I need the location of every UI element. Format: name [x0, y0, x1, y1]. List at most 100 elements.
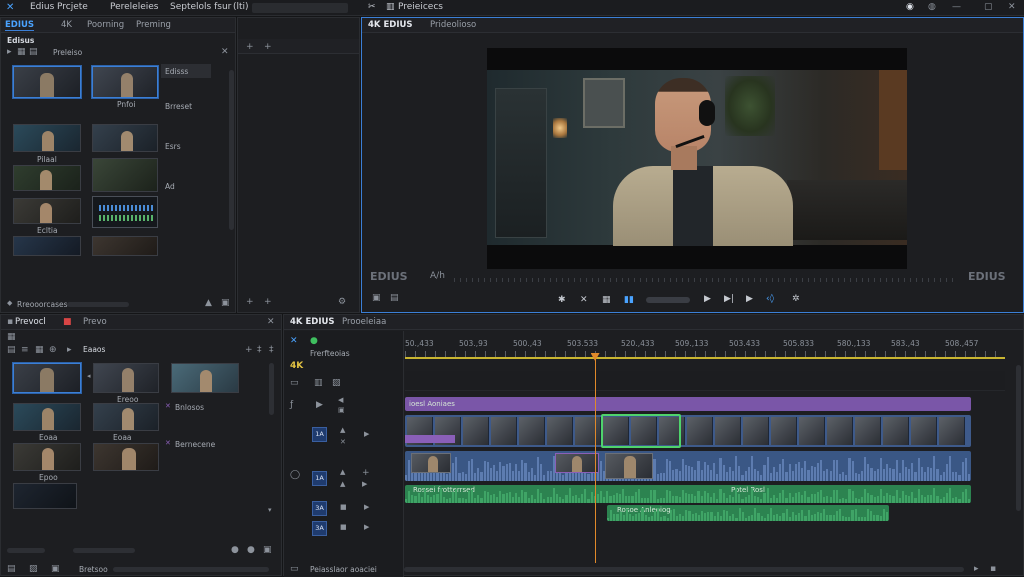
track-fx-icon[interactable]: ƒ [290, 401, 293, 410]
track-label-v1[interactable]: 1A [312, 427, 327, 442]
monitor-icon[interactable]: ▭ [290, 379, 299, 388]
track-label-a1[interactable]: 1A [312, 471, 327, 486]
source-thumbnail[interactable] [171, 363, 239, 393]
clip-thumbnail[interactable] [13, 236, 81, 256]
preview-ruler[interactable] [454, 278, 956, 282]
track-play-icon[interactable]: ▶ [364, 504, 369, 511]
track-mute-icon[interactable]: ■ [340, 504, 347, 511]
add-icon[interactable]: + [246, 298, 254, 307]
folder-icon[interactable]: ▪ [7, 318, 13, 327]
source-thumbnail[interactable] [93, 363, 159, 393]
close-icon[interactable]: ✕ [1008, 3, 1016, 12]
grid-icon[interactable]: ▦ [602, 296, 611, 305]
footer-scrollbar[interactable] [113, 567, 269, 572]
timeline-footer-icon[interactable]: ▭ [290, 565, 299, 574]
side-label[interactable]: Edisss [165, 67, 188, 76]
menu-item-edius[interactable]: Edius [30, 2, 54, 12]
app-logo-icon[interactable]: ✕ [6, 3, 14, 13]
bin-settings-icon[interactable]: ◆ [7, 300, 12, 307]
video-preview[interactable] [487, 48, 907, 269]
status-dot-icon[interactable]: ● [247, 546, 255, 555]
title-track-clip[interactable]: ioesl Aoniaes [405, 397, 971, 411]
clip-thumbnail[interactable] [13, 66, 81, 98]
collapse-icon[interactable]: ‡ [257, 346, 262, 355]
gear-icon[interactable]: ⚙ [338, 298, 346, 307]
menu-item-project[interactable]: Prcjete [57, 2, 88, 12]
zoom-icon[interactable]: ▸ [974, 565, 979, 574]
clip-thumbnail[interactable] [92, 124, 158, 152]
source-thumbnail[interactable] [13, 443, 81, 471]
trash-icon[interactable]: ▣ [221, 299, 230, 308]
back-icon[interactable]: ⊕ [49, 346, 57, 355]
video-track-clip[interactable] [405, 415, 971, 447]
menu-search-field[interactable] [252, 3, 348, 13]
audio-thumb-clip[interactable] [555, 453, 599, 473]
track-tool-icon[interactable]: ◀ [338, 397, 343, 404]
track-tool-icon[interactable]: ▨ [332, 379, 341, 388]
grid-icon[interactable]: ▦ [35, 346, 44, 355]
sort-icon[interactable]: ▸ [67, 346, 72, 355]
timeline-vscrollbar[interactable] [1016, 365, 1021, 511]
play-to-end-icon[interactable]: ▶ [746, 295, 753, 304]
tab-prevocl[interactable]: Prevocl [15, 317, 46, 327]
menu-item-preferences[interactable]: Pereleleies [110, 2, 159, 12]
tools-icon[interactable]: ✂ [368, 3, 376, 12]
track-label-a3[interactable]: 3A [312, 521, 327, 536]
source-folder[interactable]: Eaaos [83, 345, 105, 354]
source-thumbnail[interactable] [13, 483, 77, 509]
source-thumbnail[interactable] [93, 443, 159, 471]
list-icon[interactable]: ≡ [21, 346, 29, 355]
mark-out-icon[interactable]: ✕ [580, 296, 588, 305]
play-icon[interactable]: ▶ [704, 295, 711, 304]
tab-edius[interactable]: EDIUS [5, 20, 35, 31]
source-thumbnail[interactable] [93, 403, 159, 431]
record-icon[interactable]: ■ [63, 318, 72, 327]
track-settings-icon[interactable]: ◯ [290, 471, 300, 480]
track-label-a2[interactable]: 3A [312, 501, 327, 516]
zoom-icon-2[interactable]: ▪ [990, 565, 996, 574]
monitor-icon[interactable]: ▦ [7, 333, 16, 342]
play-track-icon[interactable]: ▶ [316, 401, 323, 410]
timeline-tab[interactable]: Prooeleiaa [342, 317, 386, 327]
add-icon[interactable]: + [245, 346, 253, 355]
tab-poorning[interactable]: Poorning [87, 20, 124, 30]
track-play-icon[interactable]: ▶ [364, 524, 369, 531]
source-thumbnail[interactable] [13, 363, 81, 393]
jog-slider[interactable] [646, 297, 690, 303]
track-mute-icon[interactable]: ■ [340, 524, 347, 531]
tab-4k[interactable]: 4K [61, 20, 72, 30]
track-up-icon[interactable]: ▲ [340, 469, 345, 476]
grid-view-icon[interactable]: ▦ [17, 48, 26, 57]
clip-thumbnail[interactable] [92, 158, 158, 192]
track-play-icon[interactable]: ▶ [364, 431, 369, 438]
expand-icon[interactable]: ✲ [792, 295, 800, 304]
settings-icon[interactable]: ▣ [263, 546, 272, 555]
timeline-hscrollbar[interactable] [404, 567, 964, 572]
track-play-icon[interactable]: ▶ [362, 481, 367, 488]
menu-item-help[interactable]: (lti) [233, 2, 249, 12]
add-icon[interactable]: + [264, 43, 272, 52]
source-hscrollbar-1[interactable] [7, 548, 45, 553]
preview-tab[interactable]: Prideolioso [430, 20, 476, 30]
tab-prevo[interactable]: Prevo [83, 317, 107, 327]
preview-menu-title[interactable]: Preieicecs [398, 2, 443, 12]
source-hscrollbar-2[interactable] [73, 548, 135, 553]
audio-thumb-clip[interactable] [605, 453, 653, 479]
track-down-icon[interactable]: ✕ [340, 439, 346, 446]
track-up-icon[interactable]: ▲ [340, 427, 345, 434]
next-frame-icon[interactable]: ▶| [724, 295, 734, 304]
track-tool-icon[interactable]: ▣ [338, 407, 345, 414]
copy-icon[interactable]: ▤ [390, 294, 399, 303]
clip-thumbnail[interactable] [13, 124, 81, 152]
bin-sub-tab[interactable]: Preleiso [53, 48, 82, 57]
clip-thumbnail[interactable] [13, 165, 81, 191]
clip-thumbnail[interactable] [92, 66, 158, 98]
footer-icon-3[interactable]: ▣ [51, 565, 60, 574]
audio-green-clip-2[interactable]: Rosoe Anleoiog [607, 505, 889, 521]
time-ruler[interactable]: 50.,433 503.,93 500.,43 503.533 520.,433 509.… [405, 339, 1005, 361]
audio-track-clip[interactable] [405, 451, 971, 481]
menu-item-settings[interactable]: Septelols fsur [170, 2, 231, 12]
list-view-icon[interactable]: ▤ [29, 48, 38, 57]
track-add-icon[interactable]: + [362, 469, 370, 478]
footer-icon-1[interactable]: ▤ [7, 565, 16, 574]
